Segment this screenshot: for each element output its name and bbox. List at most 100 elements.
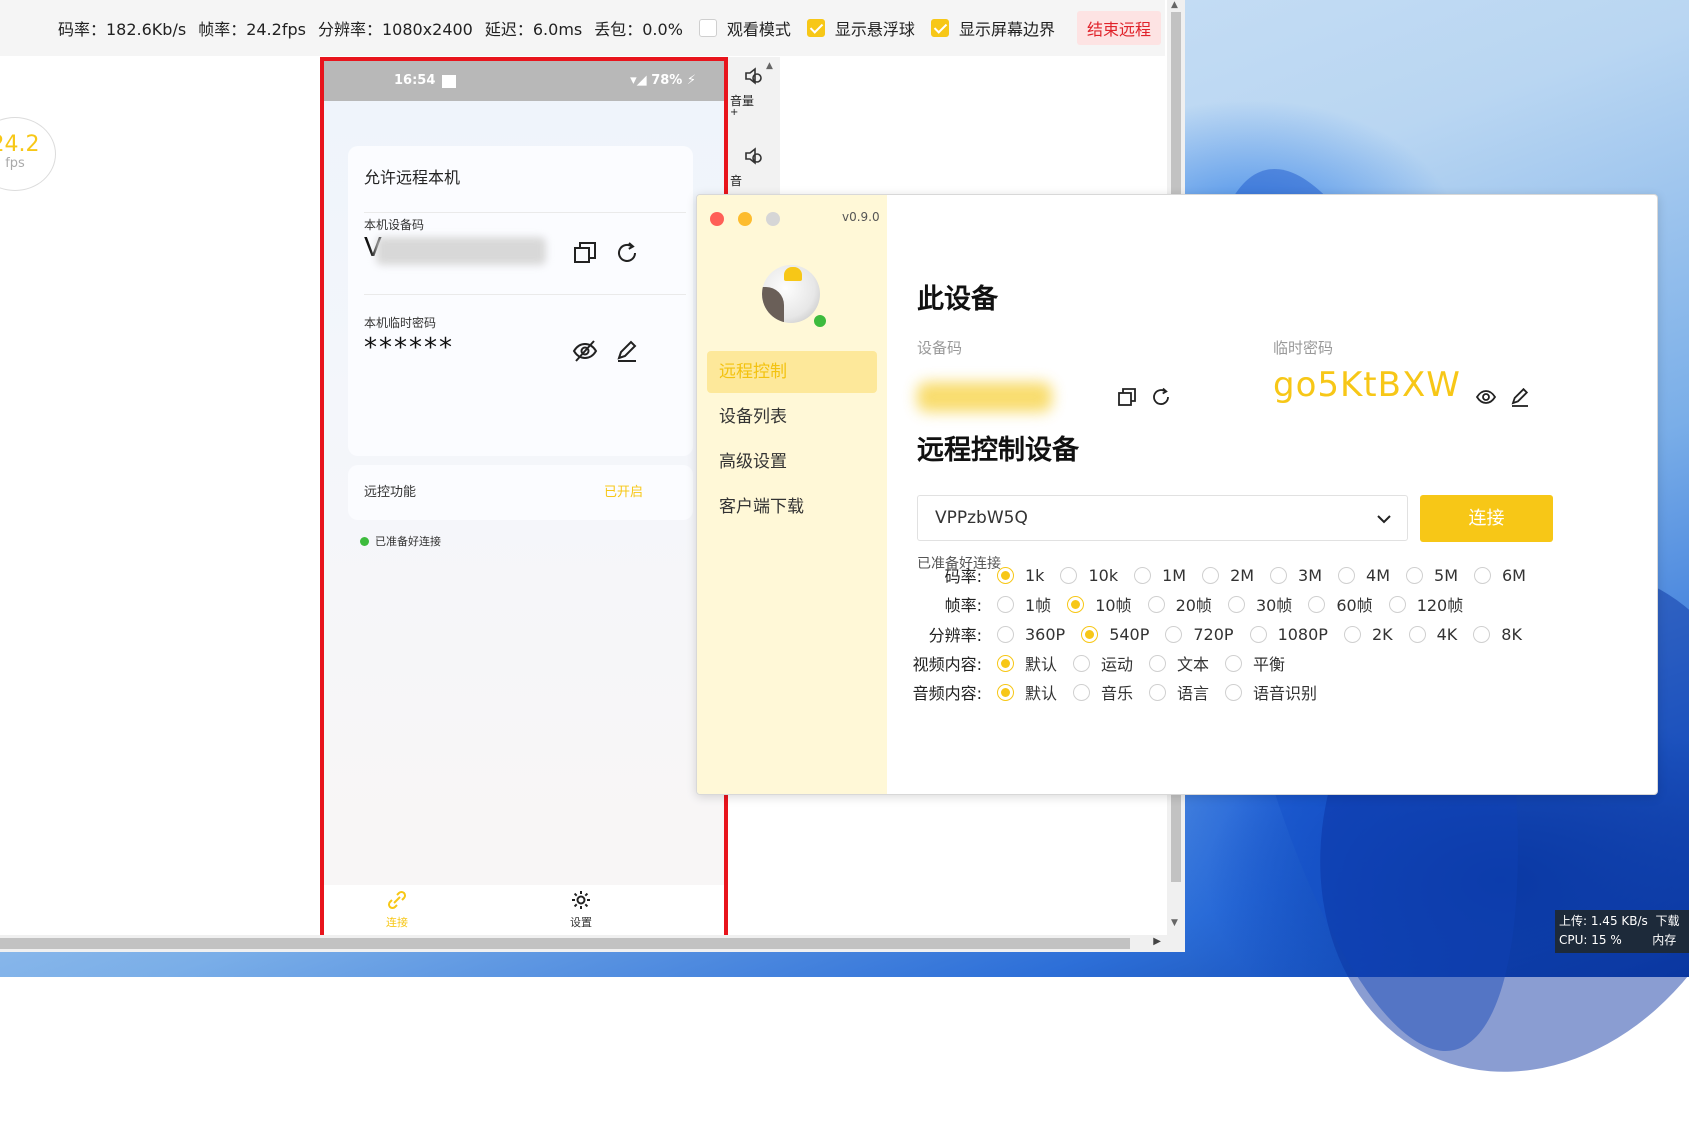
radio-option-label: 文本 — [1177, 655, 1210, 674]
scroll-right-icon[interactable]: ▶ — [1153, 936, 1161, 947]
refresh-icon[interactable] — [614, 240, 640, 266]
edit-icon[interactable] — [614, 338, 640, 364]
radio-option[interactable]: 10帧 — [1067, 592, 1132, 616]
radio-option[interactable]: 语言 — [1149, 680, 1209, 704]
eye-off-icon[interactable] — [572, 338, 598, 364]
radio-option[interactable]: 语音识别 — [1225, 680, 1317, 704]
scroll-thumb[interactable] — [0, 938, 1130, 949]
phone-remote-status[interactable]: 已开启 — [604, 481, 643, 500]
radio-option[interactable]: 1M — [1134, 566, 1186, 585]
radio-option[interactable]: 10k — [1060, 566, 1118, 585]
radio-option[interactable]: 4M — [1338, 566, 1390, 585]
watch-mode-checkbox[interactable]: 观看模式 — [698, 16, 791, 40]
radio-selected[interactable] — [997, 654, 1014, 672]
radio-option[interactable]: 2M — [1202, 566, 1254, 585]
radio-option[interactable]: 30帧 — [1227, 592, 1292, 616]
avatar[interactable] — [762, 265, 820, 323]
copy-icon[interactable] — [572, 240, 598, 266]
radio-unselected[interactable] — [1073, 654, 1091, 672]
radio-option[interactable]: 1k — [997, 566, 1044, 585]
radio-option[interactable]: 540P — [1081, 625, 1149, 644]
device-id-input-value[interactable]: VPPzbW5Q — [935, 508, 1028, 528]
radio-unselected[interactable] — [1338, 566, 1356, 584]
radio-option[interactable]: 720P — [1165, 625, 1234, 644]
radio-unselected[interactable] — [1343, 625, 1361, 643]
eye-icon[interactable] — [1475, 386, 1497, 408]
horizontal-scrollbar[interactable]: ▶ — [0, 935, 1167, 952]
edit-icon[interactable] — [1509, 386, 1531, 408]
phone-screen-mirror[interactable]: 16:54 ▾◢ 78% ⚡ 允许远程本机 本机设备码 V 本机临时密码 ***… — [320, 57, 728, 935]
nav-connect[interactable]: 连接 — [386, 889, 408, 930]
radio-option[interactable]: 2K — [1343, 625, 1393, 644]
radio-option[interactable]: 平衡 — [1225, 651, 1285, 675]
radio-option[interactable]: 60帧 — [1308, 592, 1373, 616]
nav-settings[interactable]: 设置 — [570, 889, 592, 930]
radio-option[interactable]: 4K — [1408, 625, 1457, 644]
scroll-up-icon[interactable]: ▲ — [1171, 0, 1178, 10]
radio-unselected[interactable] — [1406, 566, 1424, 584]
radio-selected[interactable] — [1067, 595, 1085, 613]
end-remote-button[interactable]: 结束远程 — [1076, 11, 1161, 45]
radio-unselected[interactable] — [1473, 625, 1491, 643]
radio-unselected[interactable] — [1474, 566, 1491, 584]
radio-option[interactable]: 8K — [1473, 625, 1522, 644]
fps-float-ball[interactable]: 24.2 fps — [0, 117, 56, 191]
close-window-button[interactable] — [710, 212, 724, 226]
menu-item-remote-control[interactable]: 远程控制 — [707, 351, 877, 393]
device-id-select[interactable]: VPPzbW5Q — [917, 495, 1408, 541]
radio-unselected[interactable] — [1270, 566, 1288, 584]
radio-unselected[interactable] — [1225, 683, 1243, 701]
scroll-up-arrow-icon[interactable]: ▲ — [766, 61, 773, 71]
show-screen-border-checkbox[interactable]: 显示屏幕边界 — [930, 16, 1055, 40]
radio-selected[interactable] — [1081, 625, 1099, 643]
checkbox-box-checked[interactable] — [806, 19, 825, 37]
minimize-window-button[interactable] — [738, 212, 752, 226]
radio-unselected[interactable] — [1149, 654, 1167, 672]
radio-unselected[interactable] — [1225, 654, 1243, 672]
radio-unselected[interactable] — [997, 595, 1014, 613]
menu-item-advanced-settings[interactable]: 高级设置 — [707, 441, 877, 483]
radio-option[interactable]: 6M — [1474, 566, 1526, 585]
radio-unselected[interactable] — [997, 625, 1014, 643]
menu-item-client-download[interactable]: 客户端下载 — [707, 486, 877, 528]
radio-option[interactable]: 文本 — [1149, 651, 1209, 675]
radio-selected[interactable] — [997, 683, 1014, 701]
radio-selected[interactable] — [997, 566, 1014, 584]
checkbox-box-checked[interactable] — [930, 19, 949, 37]
radio-option[interactable]: 5M — [1406, 566, 1458, 585]
volume-up-icon[interactable] — [742, 65, 764, 87]
maximize-window-button[interactable] — [766, 212, 780, 226]
radio-option[interactable]: 运动 — [1073, 651, 1133, 675]
volume-down-icon[interactable] — [742, 145, 764, 167]
refresh-icon[interactable] — [1150, 386, 1172, 408]
option-row-label: 视频内容: — [912, 655, 982, 674]
radio-option[interactable]: 20帧 — [1147, 592, 1212, 616]
radio-unselected[interactable] — [1165, 625, 1183, 643]
radio-unselected[interactable] — [1308, 595, 1326, 613]
radio-unselected[interactable] — [1408, 625, 1426, 643]
radio-option[interactable]: 默认 — [997, 651, 1057, 675]
radio-unselected[interactable] — [1202, 566, 1220, 584]
radio-unselected[interactable] — [1134, 566, 1152, 584]
radio-unselected[interactable] — [1073, 683, 1091, 701]
radio-option[interactable]: 默认 — [997, 680, 1057, 704]
radio-unselected[interactable] — [1149, 683, 1167, 701]
scroll-down-icon[interactable]: ▼ — [1171, 918, 1178, 928]
connect-button[interactable]: 连接 — [1420, 495, 1553, 542]
show-float-ball-checkbox[interactable]: 显示悬浮球 — [806, 16, 915, 40]
radio-option[interactable]: 1帧 — [997, 592, 1051, 616]
radio-unselected[interactable] — [1388, 595, 1406, 613]
chevron-down-icon[interactable] — [1376, 511, 1392, 527]
radio-option[interactable]: 3M — [1270, 566, 1322, 585]
checkbox-box[interactable] — [698, 19, 717, 37]
radio-unselected[interactable] — [1147, 595, 1165, 613]
radio-option[interactable]: 1080P — [1249, 625, 1328, 644]
menu-item-device-list[interactable]: 设备列表 — [707, 396, 877, 438]
radio-unselected[interactable] — [1227, 595, 1245, 613]
radio-option[interactable]: 360P — [997, 625, 1065, 644]
radio-unselected[interactable] — [1060, 566, 1078, 584]
radio-option[interactable]: 音乐 — [1073, 680, 1133, 704]
copy-icon[interactable] — [1116, 386, 1138, 408]
radio-unselected[interactable] — [1249, 625, 1267, 643]
radio-option[interactable]: 120帧 — [1388, 592, 1463, 616]
